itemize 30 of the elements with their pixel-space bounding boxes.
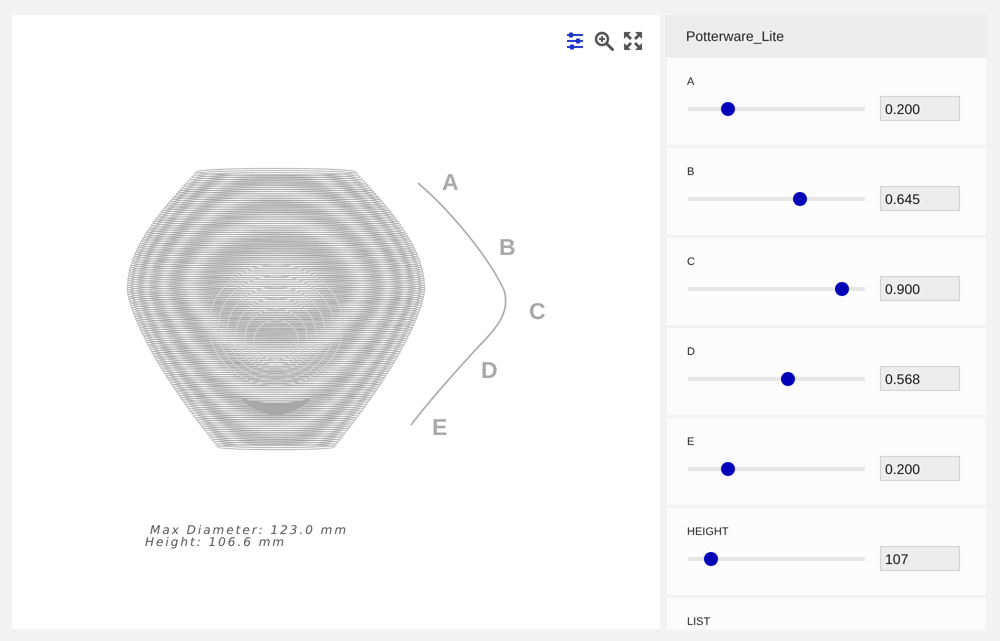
value-field[interactable]: 0.645 [880, 186, 960, 211]
value-field[interactable]: 107 [880, 546, 960, 571]
value-field[interactable]: 0.568 [880, 366, 960, 391]
slider-thumb[interactable] [793, 192, 808, 206]
parameter-label: HEIGHT [687, 526, 730, 538]
slider-thumb[interactable] [704, 552, 718, 566]
zoom-in-icon[interactable] [594, 31, 614, 51]
value-field[interactable]: 0.900 [880, 276, 960, 301]
profile-point-label: D [481, 357, 498, 383]
parameter-label: C [687, 256, 696, 268]
profile-point-label: B [499, 234, 516, 260]
stats-text: Height: 106.6 mm [145, 536, 288, 548]
expand-icon[interactable] [623, 31, 643, 51]
profile-point-label: C [529, 298, 546, 324]
slider-thumb[interactable] [720, 462, 735, 476]
panel-title: Potterware_Lite [686, 26, 784, 46]
sliders-icon[interactable] [565, 31, 585, 51]
parameter-label: LIST [687, 616, 712, 628]
slider-thumb[interactable] [720, 102, 735, 116]
profile-point-label: E [432, 414, 448, 440]
slider-thumb[interactable] [834, 282, 849, 296]
stats-text: Max Diameter: 123.0 mm [150, 524, 348, 536]
parameter-label: A [687, 76, 696, 88]
parameter-label: B [687, 166, 696, 178]
parameter-label: E [687, 436, 696, 448]
slider-thumb[interactable] [780, 372, 795, 386]
value-field[interactable]: 0.200 [880, 96, 960, 121]
value-field[interactable]: 0.200 [880, 456, 960, 481]
parameter-label: D [687, 346, 696, 358]
profile-point-label: A [442, 169, 459, 195]
